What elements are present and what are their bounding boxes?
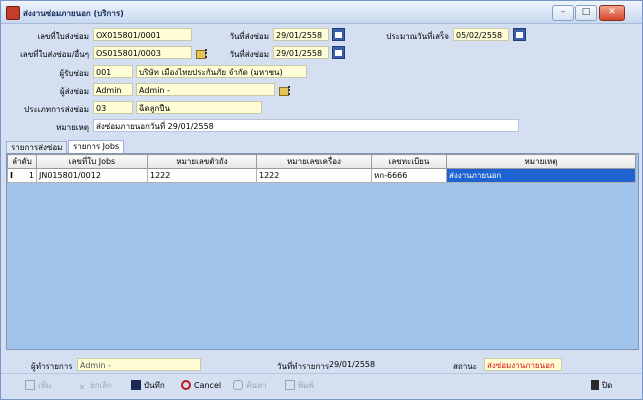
main-window: ส่งงานซ่อมภายนอก (บริการ) – □ ✕ เลขที่ใบ… (0, 0, 643, 400)
row-number-cell: I1 (7, 168, 37, 183)
est-date-label: ประมาณวันที่เสร็จ (386, 32, 449, 41)
add-button[interactable]: เพิ่ม (25, 379, 51, 393)
engine-cell[interactable]: 1222 (256, 168, 372, 183)
column-header[interactable]: หมายเลขตัวถัง (147, 154, 257, 169)
toolbar: เพิ่ม ✕ ยกเลิก บันทึก Cancel ค้นหา พิมพ์ … (1, 373, 642, 398)
job-no-field[interactable]: OX015801/0001 (93, 28, 192, 41)
title-bar: ส่งงานซ่อมภายนอก (บริการ) – □ ✕ (1, 1, 642, 24)
binoculars-icon (233, 380, 243, 390)
close-button[interactable]: ปิด (591, 379, 612, 393)
column-header[interactable]: เลขทะเบียน (371, 154, 447, 169)
floppy-icon (131, 380, 141, 390)
cancel-doc-button[interactable]: ✕ ยกเลิก (77, 379, 112, 393)
maximize-button[interactable]: □ (575, 5, 597, 21)
state-label: สถานะ (453, 362, 477, 371)
sender-name-field: Admin - (136, 83, 275, 96)
save-button[interactable]: บันทึก (131, 379, 165, 393)
note-label: หมายเหตุ (56, 123, 89, 132)
row-number: 1 (28, 171, 34, 180)
state-badge: ส่งซ่อมงานภายนอก (484, 358, 562, 371)
date-label: วันที่ทำรายการ (277, 362, 330, 371)
ref-date-field[interactable]: 29/01/2558 (273, 46, 329, 59)
type-code-field[interactable]: 03 (93, 101, 133, 114)
status-bar: ผู้ทำรายการ Admin - วันที่ทำรายการ 29/01… (1, 356, 642, 372)
send-date-field[interactable]: 29/01/2558 (273, 28, 329, 41)
date-value: 29/01/2558 (329, 360, 376, 369)
job-no-label: เลขที่ใบส่งซ่อม (37, 32, 89, 41)
lookup-icon[interactable] (279, 85, 292, 96)
printer-icon (285, 380, 295, 390)
jobs-table: ลำดับ เลขที่ใบ Jobs หมายเลขตัวถัง หมายเล… (7, 154, 636, 183)
jobs-grid: ลำดับ เลขที่ใบ Jobs หมายเลขตัวถัง หมายเล… (6, 153, 639, 350)
user-field: Admin - (77, 358, 201, 371)
receiver-label: ผู้รับซ่อม (59, 69, 89, 78)
save-label: บันทึก (144, 381, 165, 390)
cancel-label: Cancel (194, 381, 222, 390)
column-header[interactable]: เลขที่ใบ Jobs (36, 154, 148, 169)
add-icon (25, 380, 35, 390)
close-window-button[interactable]: ✕ (599, 5, 625, 21)
ref-label: เลขที่ใบส่งซ่อม/อื่นๆ (20, 50, 89, 59)
receiver-code-field[interactable]: 001 (93, 65, 133, 78)
x-icon: ✕ (78, 383, 86, 392)
tab-jobs[interactable]: รายการ Jobs (68, 140, 125, 154)
job-cell[interactable]: JN015801/0012 (36, 168, 148, 183)
exit-door-icon (591, 380, 599, 390)
receiver-name-field: บริษัท เมืองไทยประกันภัย จำกัด (มหาชน) (136, 65, 307, 78)
chassis-cell[interactable]: 1222 (147, 168, 257, 183)
search-label: ค้นหา (246, 381, 267, 390)
table-row[interactable]: I1 JN015801/0012 1222 1222 หก-6666 ส่งงา… (7, 168, 636, 183)
app-icon (6, 6, 20, 20)
close-label: ปิด (602, 381, 613, 390)
cancel-button[interactable]: Cancel (181, 379, 221, 393)
search-button[interactable]: ค้นหา (233, 379, 267, 393)
ref-date-label: วันที่ส่งซ่อม (229, 50, 269, 59)
header-form: เลขที่ใบส่งซ่อม OX015801/0001 วันที่ส่งซ… (1, 24, 642, 136)
sender-label: ผู้ส่งซ่อม (60, 87, 89, 96)
user-label: ผู้ทำรายการ (31, 362, 73, 371)
calendar-icon[interactable] (332, 28, 345, 41)
note-field[interactable]: ส่งซ่อมภายนอกวันที่ 29/01/2558 (93, 119, 519, 132)
sender-code-field[interactable]: Admin (93, 83, 133, 96)
row-marker: I (10, 171, 13, 180)
print-button[interactable]: พิมพ์ (285, 379, 314, 393)
remark-cell[interactable]: ส่งงานภายนอก (446, 168, 636, 183)
print-label: พิมพ์ (298, 381, 314, 390)
column-header[interactable]: หมายเหตุ (446, 154, 636, 169)
ref-field[interactable]: OS015801/0003 (93, 46, 192, 59)
send-date-label: วันที่ส่งซ่อม (229, 32, 269, 41)
calendar-icon[interactable] (513, 28, 526, 41)
minimize-button[interactable]: – (552, 5, 574, 21)
lookup-icon[interactable] (196, 48, 209, 59)
undo-icon (181, 380, 191, 390)
type-label: ประเภทการส่งซ่อม (24, 105, 89, 114)
column-header[interactable]: หมายเลขเครื่อง (256, 154, 372, 169)
type-name-field: ฉีดลูกปืน (136, 101, 262, 114)
calendar-icon[interactable] (332, 46, 345, 59)
cancel-doc-label: ยกเลิก (90, 381, 113, 390)
window-title: ส่งงานซ่อมภายนอก (บริการ) (23, 9, 124, 18)
est-date-field[interactable]: 05/02/2558 (453, 28, 509, 41)
add-label: เพิ่ม (38, 381, 52, 390)
plate-cell[interactable]: หก-6666 (371, 168, 447, 183)
column-header[interactable]: ลำดับ (7, 154, 37, 169)
